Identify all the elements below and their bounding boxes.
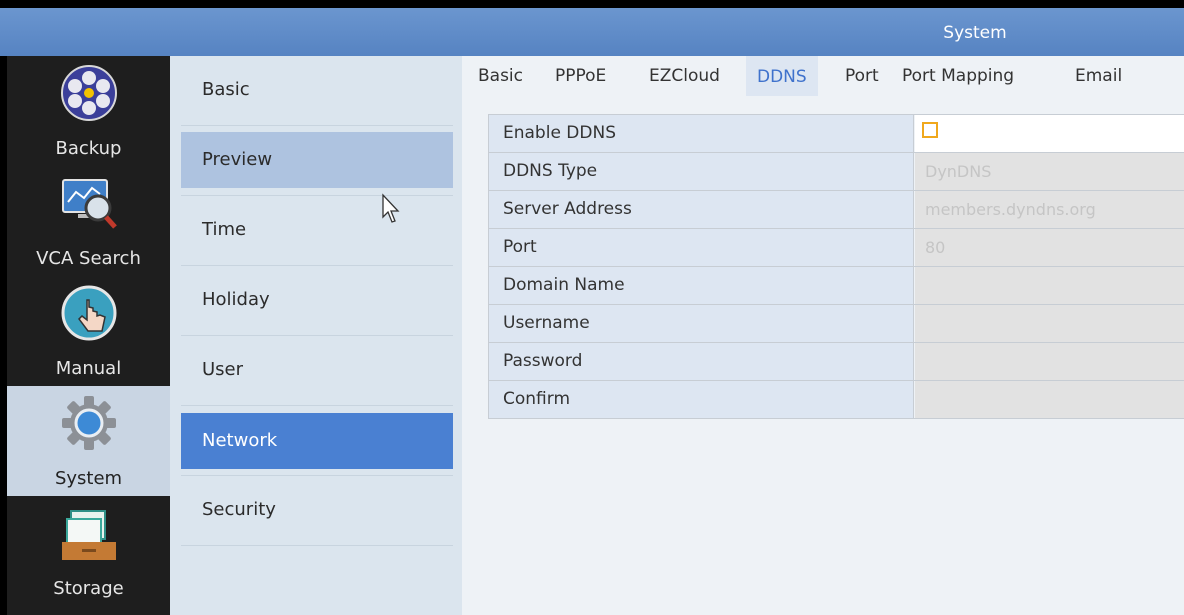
submenu-item-preview[interactable]: Preview bbox=[181, 132, 453, 188]
form-row-password: Password bbox=[488, 343, 1184, 381]
nav-item-manual[interactable]: Manual bbox=[7, 276, 170, 386]
enable-ddns-cell bbox=[915, 115, 1184, 152]
confirm-password-field[interactable] bbox=[915, 381, 1184, 418]
form-row-enable-ddns: Enable DDNS bbox=[488, 115, 1184, 153]
ddns-type-select[interactable]: DynDNS bbox=[915, 153, 1184, 190]
tab-ezcloud[interactable]: EZCloud bbox=[649, 66, 720, 86]
submenu-item-network[interactable]: Network bbox=[181, 413, 453, 469]
submenu-divider bbox=[181, 545, 453, 546]
content-panel: Basic PPPoE EZCloud DDNS Port Port Mappi… bbox=[462, 56, 1184, 615]
submenu-divider bbox=[181, 405, 453, 406]
system-submenu: Basic Preview Time Holiday User Network … bbox=[170, 56, 462, 615]
form-row-port: Port 80 bbox=[488, 229, 1184, 267]
nav-item-vca-search[interactable]: VCA Search bbox=[7, 166, 170, 276]
submenu-divider bbox=[181, 125, 453, 126]
title-bar: System bbox=[0, 8, 1184, 56]
hand-touch-icon bbox=[61, 285, 116, 341]
form-row-domain-name: Domain Name bbox=[488, 267, 1184, 305]
server-address-label: Server Address bbox=[488, 191, 914, 228]
nav-label-vca-search: VCA Search bbox=[36, 248, 141, 269]
username-field[interactable] bbox=[915, 305, 1184, 342]
username-label: Username bbox=[488, 305, 914, 342]
port-label: Port bbox=[488, 229, 914, 266]
domain-name-label: Domain Name bbox=[488, 267, 914, 304]
tab-port[interactable]: Port bbox=[845, 66, 879, 86]
nav-label-storage: Storage bbox=[53, 578, 124, 599]
enable-ddns-checkbox[interactable] bbox=[922, 122, 938, 138]
monitor-magnifier-icon bbox=[61, 179, 117, 229]
submenu-item-time[interactable]: Time bbox=[181, 202, 453, 258]
confirm-label: Confirm bbox=[488, 381, 914, 418]
main-nav: Backup VCA Search Manual System Storage bbox=[7, 56, 170, 615]
submenu-divider bbox=[181, 265, 453, 266]
submenu-divider bbox=[181, 195, 453, 196]
form-row-confirm: Confirm bbox=[488, 381, 1184, 419]
tab-email[interactable]: Email bbox=[1075, 66, 1122, 86]
domain-name-field[interactable] bbox=[915, 267, 1184, 304]
tab-basic[interactable]: Basic bbox=[478, 66, 523, 86]
tab-port-mapping[interactable]: Port Mapping bbox=[902, 66, 1014, 86]
password-label: Password bbox=[488, 343, 914, 380]
tab-ddns[interactable]: DDNS bbox=[746, 56, 818, 96]
gear-icon bbox=[61, 396, 116, 450]
submenu-item-user[interactable]: User bbox=[181, 342, 453, 398]
form-row-server-address: Server Address members.dyndns.org bbox=[488, 191, 1184, 229]
nav-label-manual: Manual bbox=[55, 358, 122, 379]
window-title: System bbox=[943, 23, 1007, 43]
password-field[interactable] bbox=[915, 343, 1184, 380]
submenu-divider bbox=[181, 335, 453, 336]
server-address-field[interactable]: members.dyndns.org bbox=[915, 191, 1184, 228]
tab-pppoe[interactable]: PPPoE bbox=[555, 66, 606, 86]
port-field[interactable]: 80 bbox=[915, 229, 1184, 266]
submenu-divider bbox=[181, 475, 453, 476]
enable-ddns-label: Enable DDNS bbox=[488, 115, 914, 152]
network-tabs: Basic PPPoE EZCloud DDNS Port Port Mappi… bbox=[462, 56, 1184, 96]
ddns-type-label: DDNS Type bbox=[488, 153, 914, 190]
form-row-username: Username bbox=[488, 305, 1184, 343]
submenu-item-security[interactable]: Security bbox=[181, 482, 453, 538]
nav-label-system: System bbox=[54, 468, 123, 489]
form-row-ddns-type: DDNS Type DynDNS bbox=[488, 153, 1184, 191]
ddns-form: Enable DDNS DDNS Type DynDNS Server Addr… bbox=[488, 114, 1184, 419]
submenu-item-holiday[interactable]: Holiday bbox=[181, 272, 453, 328]
film-reel-icon bbox=[60, 65, 117, 121]
nav-item-backup[interactable]: Backup bbox=[7, 56, 170, 166]
nav-item-system[interactable]: System bbox=[7, 386, 170, 496]
nav-item-storage[interactable]: Storage bbox=[7, 496, 170, 606]
mouse-cursor-icon bbox=[382, 193, 400, 223]
nav-label-backup: Backup bbox=[55, 138, 122, 159]
submenu-item-basic[interactable]: Basic bbox=[181, 62, 453, 118]
storage-folder-icon bbox=[61, 510, 116, 560]
